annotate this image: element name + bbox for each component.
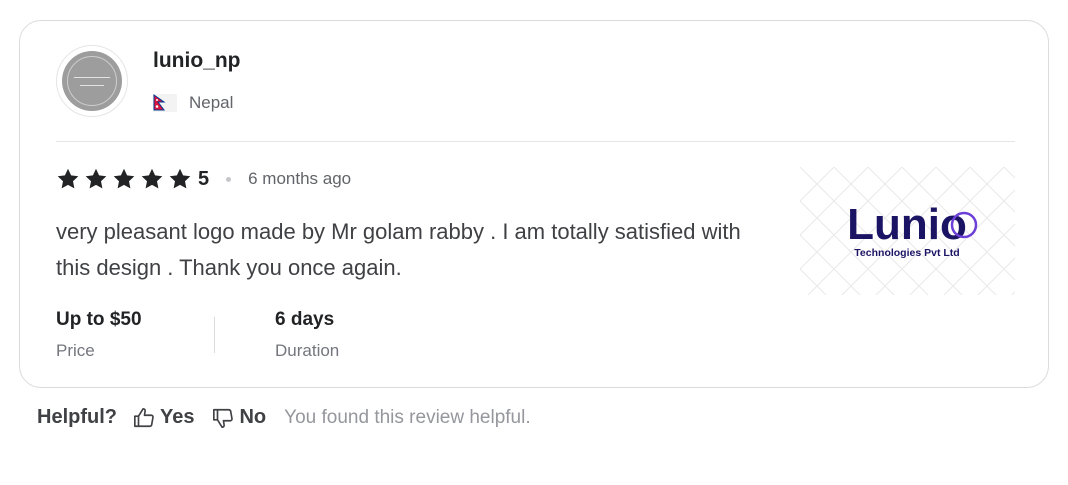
meta-duration: 6 days Duration: [275, 309, 339, 361]
no-label: No: [239, 406, 267, 428]
review-card: lunio_np Nepal 5 6 months ago very pleas…: [19, 20, 1049, 388]
avatar[interactable]: [56, 45, 128, 117]
meta-price: Up to $50 Price: [56, 309, 142, 361]
thumbnail-brand-text: Lunio: [847, 200, 967, 249]
helpful-row: Helpful? Yes No You found this review he…: [37, 406, 531, 429]
price-value: Up to $50: [56, 309, 142, 330]
lunio-logo-image: Lunio Technologies Pvt Ltd: [800, 167, 1015, 295]
divider: [56, 141, 1015, 142]
star-rating: [56, 167, 196, 191]
reviewer-country: Nepal: [153, 93, 233, 113]
thumbnail-tagline: Technologies Pvt Ltd: [854, 247, 959, 259]
star-icon: [85, 168, 107, 189]
star-icon: [113, 168, 135, 189]
review-time: 6 months ago: [248, 169, 352, 188]
vote-no-button[interactable]: No: [212, 406, 266, 429]
price-label: Price: [56, 341, 95, 360]
meta-divider: [214, 317, 215, 353]
yes-label: Yes: [160, 406, 195, 428]
company-logo-avatar-icon: [62, 51, 122, 111]
delivery-thumbnail[interactable]: Lunio Technologies Pvt Ltd: [800, 167, 1015, 295]
reviewer-username[interactable]: lunio_np: [153, 49, 241, 73]
duration-value: 6 days: [275, 309, 335, 330]
nepal-flag-icon: [153, 94, 177, 112]
rating-value: 5: [198, 167, 210, 190]
thumbs-up-icon: [134, 407, 154, 427]
country-name: Nepal: [189, 93, 234, 112]
vote-yes-button[interactable]: Yes: [133, 406, 194, 429]
helpful-message: You found this review helpful.: [284, 406, 531, 428]
star-icon: [169, 168, 191, 189]
thumbs-down-icon: [213, 408, 234, 428]
star-icon: [57, 168, 79, 189]
rating-row: 5 6 months ago: [56, 167, 351, 191]
duration-label: Duration: [275, 341, 340, 360]
helpful-label: Helpful?: [37, 406, 117, 428]
review-text: very pleasant logo made by Mr golam rabb…: [56, 219, 741, 280]
star-icon: [141, 168, 163, 189]
separator-dot: [226, 176, 232, 182]
